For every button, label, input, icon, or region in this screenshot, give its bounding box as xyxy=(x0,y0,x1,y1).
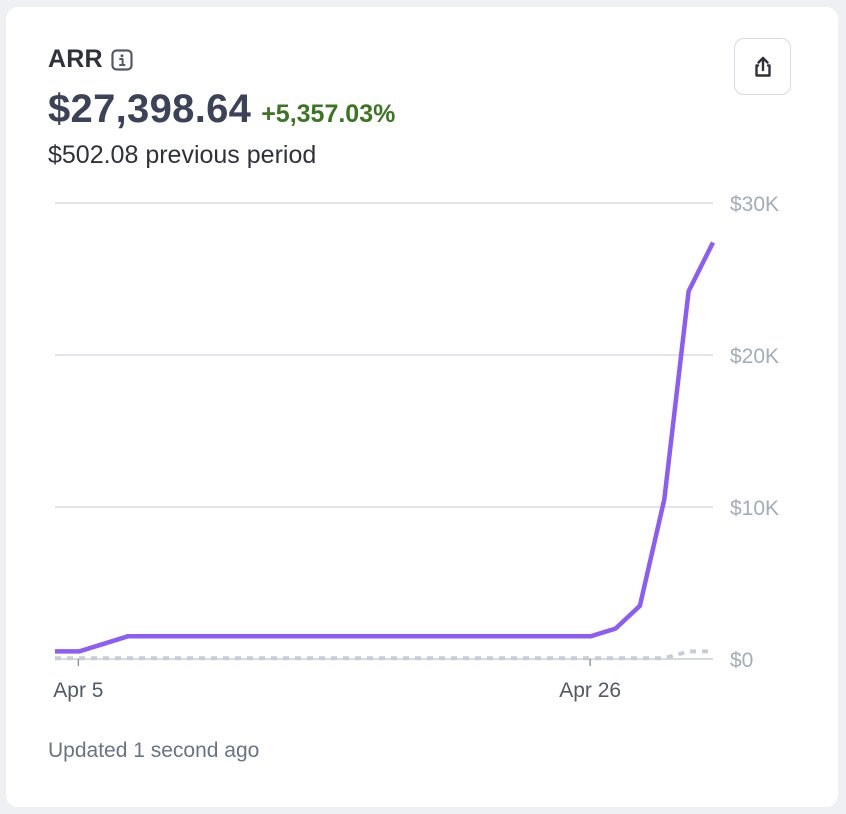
y-tick-label: $0 xyxy=(730,649,753,672)
previous-period-line xyxy=(55,649,713,661)
y-tick-label: $20K xyxy=(730,345,779,368)
last-updated-text: Updated 1 second ago xyxy=(48,739,260,762)
y-tick-label: $30K xyxy=(730,193,779,216)
arr-card: ARR $27,398.64 +5,357.03% $502.08 previo… xyxy=(6,7,838,807)
arr-line-chart: $0 $10K $20K $30K Apr 5 Apr 26 xyxy=(53,193,779,702)
current-period-line xyxy=(55,241,716,654)
x-tick-label: Apr 5 xyxy=(53,679,103,702)
y-tick-label: $10K xyxy=(730,497,779,520)
x-tick-label: Apr 26 xyxy=(559,679,621,702)
